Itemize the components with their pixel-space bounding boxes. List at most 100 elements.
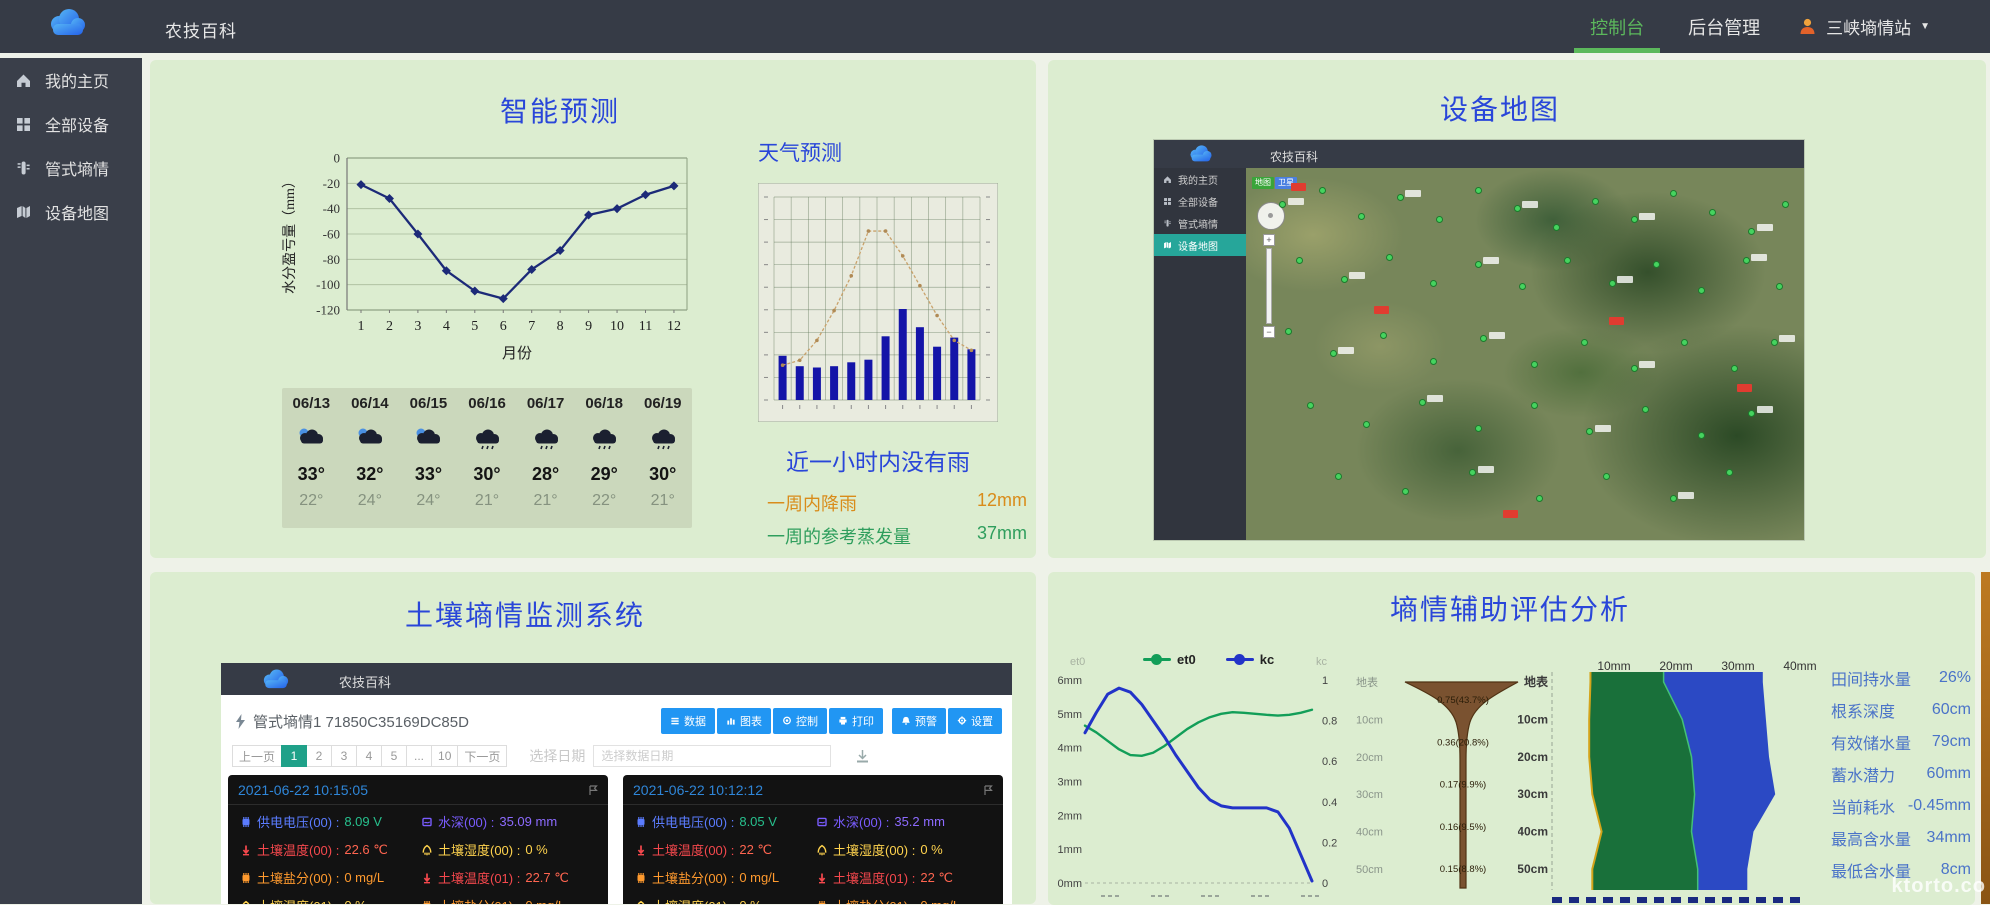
device-marker[interactable]: [1731, 365, 1738, 372]
打印-button[interactable]: 打印: [829, 708, 883, 734]
sidebar-item-设备地图[interactable]: 设备地图: [0, 190, 142, 234]
page-button[interactable]: 5: [381, 745, 407, 767]
page-button[interactable]: 2: [306, 745, 332, 767]
page-button[interactable]: 10: [431, 745, 458, 767]
embedded-sidebar-item-我的主页[interactable]: 我的主页: [1154, 168, 1246, 190]
device-marker[interactable]: [1771, 339, 1778, 346]
zoom-in-button[interactable]: +: [1263, 234, 1275, 246]
device-marker[interactable]: [1603, 473, 1610, 480]
tab-admin[interactable]: 后台管理: [1688, 14, 1760, 40]
图表-button[interactable]: 图表: [717, 708, 771, 734]
device-marker[interactable]: [1592, 198, 1599, 205]
device-marker[interactable]: [1681, 339, 1688, 346]
device-marker[interactable]: [1436, 216, 1443, 223]
embedded-sidebar-item-设备地图[interactable]: 设备地图: [1154, 234, 1246, 256]
alert-marker[interactable]: [1609, 317, 1624, 325]
download-icon[interactable]: [855, 749, 870, 764]
legend-item-et0[interactable]: et0: [1143, 652, 1196, 667]
device-marker[interactable]: [1397, 194, 1404, 201]
device-marker[interactable]: [1698, 432, 1705, 439]
控制-button[interactable]: 控制: [773, 708, 827, 734]
satellite-map[interactable]: 地图 卫星 + −: [1246, 168, 1804, 540]
device-marker[interactable]: [1519, 283, 1526, 290]
device-marker[interactable]: [1776, 283, 1783, 290]
device-marker[interactable]: [1748, 410, 1755, 417]
device-marker[interactable]: [1475, 425, 1482, 432]
device-marker[interactable]: [1335, 473, 1342, 480]
stat-value: 79cm: [1932, 733, 1971, 751]
alert-marker[interactable]: [1374, 306, 1389, 314]
device-marker[interactable]: [1430, 280, 1437, 287]
device-marker[interactable]: [1531, 402, 1538, 409]
alert-marker[interactable]: [1291, 183, 1306, 191]
device-marker[interactable]: [1363, 421, 1370, 428]
user-station-menu[interactable]: 三峡墒情站 ▼: [1798, 14, 1930, 39]
device-marker[interactable]: [1631, 216, 1638, 223]
device-marker[interactable]: [1330, 350, 1337, 357]
pin-icon[interactable]: [588, 785, 598, 796]
pin-icon[interactable]: [983, 785, 993, 796]
device-marker[interactable]: [1609, 280, 1616, 287]
zoom-track[interactable]: [1266, 248, 1272, 324]
app-title: 农技百科: [165, 17, 237, 42]
sidebar-item-管式墒情[interactable]: 管式墒情: [0, 146, 142, 190]
device-marker[interactable]: [1782, 201, 1789, 208]
device-marker[interactable]: [1564, 257, 1571, 264]
date-input[interactable]: [593, 745, 831, 767]
device-marker[interactable]: [1748, 228, 1755, 235]
device-marker[interactable]: [1386, 254, 1393, 261]
sidebar-item-我的主页[interactable]: 我的主页: [0, 58, 142, 102]
device-marker[interactable]: [1419, 399, 1426, 406]
map-mode-button[interactable]: 地图: [1252, 177, 1274, 189]
device-marker[interactable]: [1469, 469, 1476, 476]
device-marker[interactable]: [1514, 205, 1521, 212]
device-marker[interactable]: [1279, 201, 1286, 208]
page-button[interactable]: 4: [356, 745, 382, 767]
device-marker[interactable]: [1743, 257, 1750, 264]
设置-button[interactable]: 设置: [948, 708, 1002, 734]
device-marker[interactable]: [1480, 335, 1487, 342]
embedded-sidebar-item-管式墒情[interactable]: 管式墒情: [1154, 212, 1246, 234]
device-marker[interactable]: [1430, 358, 1437, 365]
alert-marker[interactable]: [1737, 384, 1752, 392]
预警-button[interactable]: 预警: [892, 708, 946, 734]
device-marker[interactable]: [1631, 365, 1638, 372]
device-marker[interactable]: [1653, 261, 1660, 268]
device-marker[interactable]: [1307, 402, 1314, 409]
page-button-active[interactable]: 1: [281, 745, 307, 767]
device-marker[interactable]: [1553, 224, 1560, 231]
zoom-out-button[interactable]: −: [1263, 326, 1275, 338]
device-marker[interactable]: [1586, 428, 1593, 435]
device-marker[interactable]: [1319, 187, 1326, 194]
legend-item-kc[interactable]: kc: [1226, 652, 1274, 667]
sensor-value: 0 %: [739, 898, 761, 904]
device-marker[interactable]: [1341, 276, 1348, 283]
device-marker[interactable]: [1642, 406, 1649, 413]
device-marker[interactable]: [1296, 257, 1303, 264]
device-marker[interactable]: [1402, 488, 1409, 495]
tab-console[interactable]: 控制台: [1584, 0, 1650, 53]
device-marker[interactable]: [1475, 261, 1482, 268]
sidebar-item-全部设备[interactable]: 全部设备: [0, 102, 142, 146]
device-marker[interactable]: [1531, 361, 1538, 368]
embedded-sidebar-item-全部设备[interactable]: 全部设备: [1154, 190, 1246, 212]
map-zoom-slider[interactable]: + −: [1263, 234, 1275, 338]
page-button[interactable]: 3: [331, 745, 357, 767]
page-button[interactable]: 上一页: [232, 745, 282, 767]
数据-button[interactable]: 数据: [661, 708, 715, 734]
alert-marker[interactable]: [1503, 510, 1518, 518]
device-marker[interactable]: [1358, 213, 1365, 220]
device-marker[interactable]: [1670, 495, 1677, 502]
device-marker[interactable]: [1581, 339, 1588, 346]
svg-text:-80: -80: [323, 252, 340, 267]
device-marker[interactable]: [1726, 469, 1733, 476]
device-marker[interactable]: [1475, 187, 1482, 194]
device-marker[interactable]: [1698, 287, 1705, 294]
device-marker[interactable]: [1285, 328, 1292, 335]
device-marker[interactable]: [1536, 495, 1543, 502]
device-marker[interactable]: [1380, 332, 1387, 339]
device-marker[interactable]: [1709, 209, 1716, 216]
device-marker[interactable]: [1670, 190, 1677, 197]
page-button[interactable]: 下一页: [457, 745, 507, 767]
page-button[interactable]: ...: [406, 745, 432, 767]
